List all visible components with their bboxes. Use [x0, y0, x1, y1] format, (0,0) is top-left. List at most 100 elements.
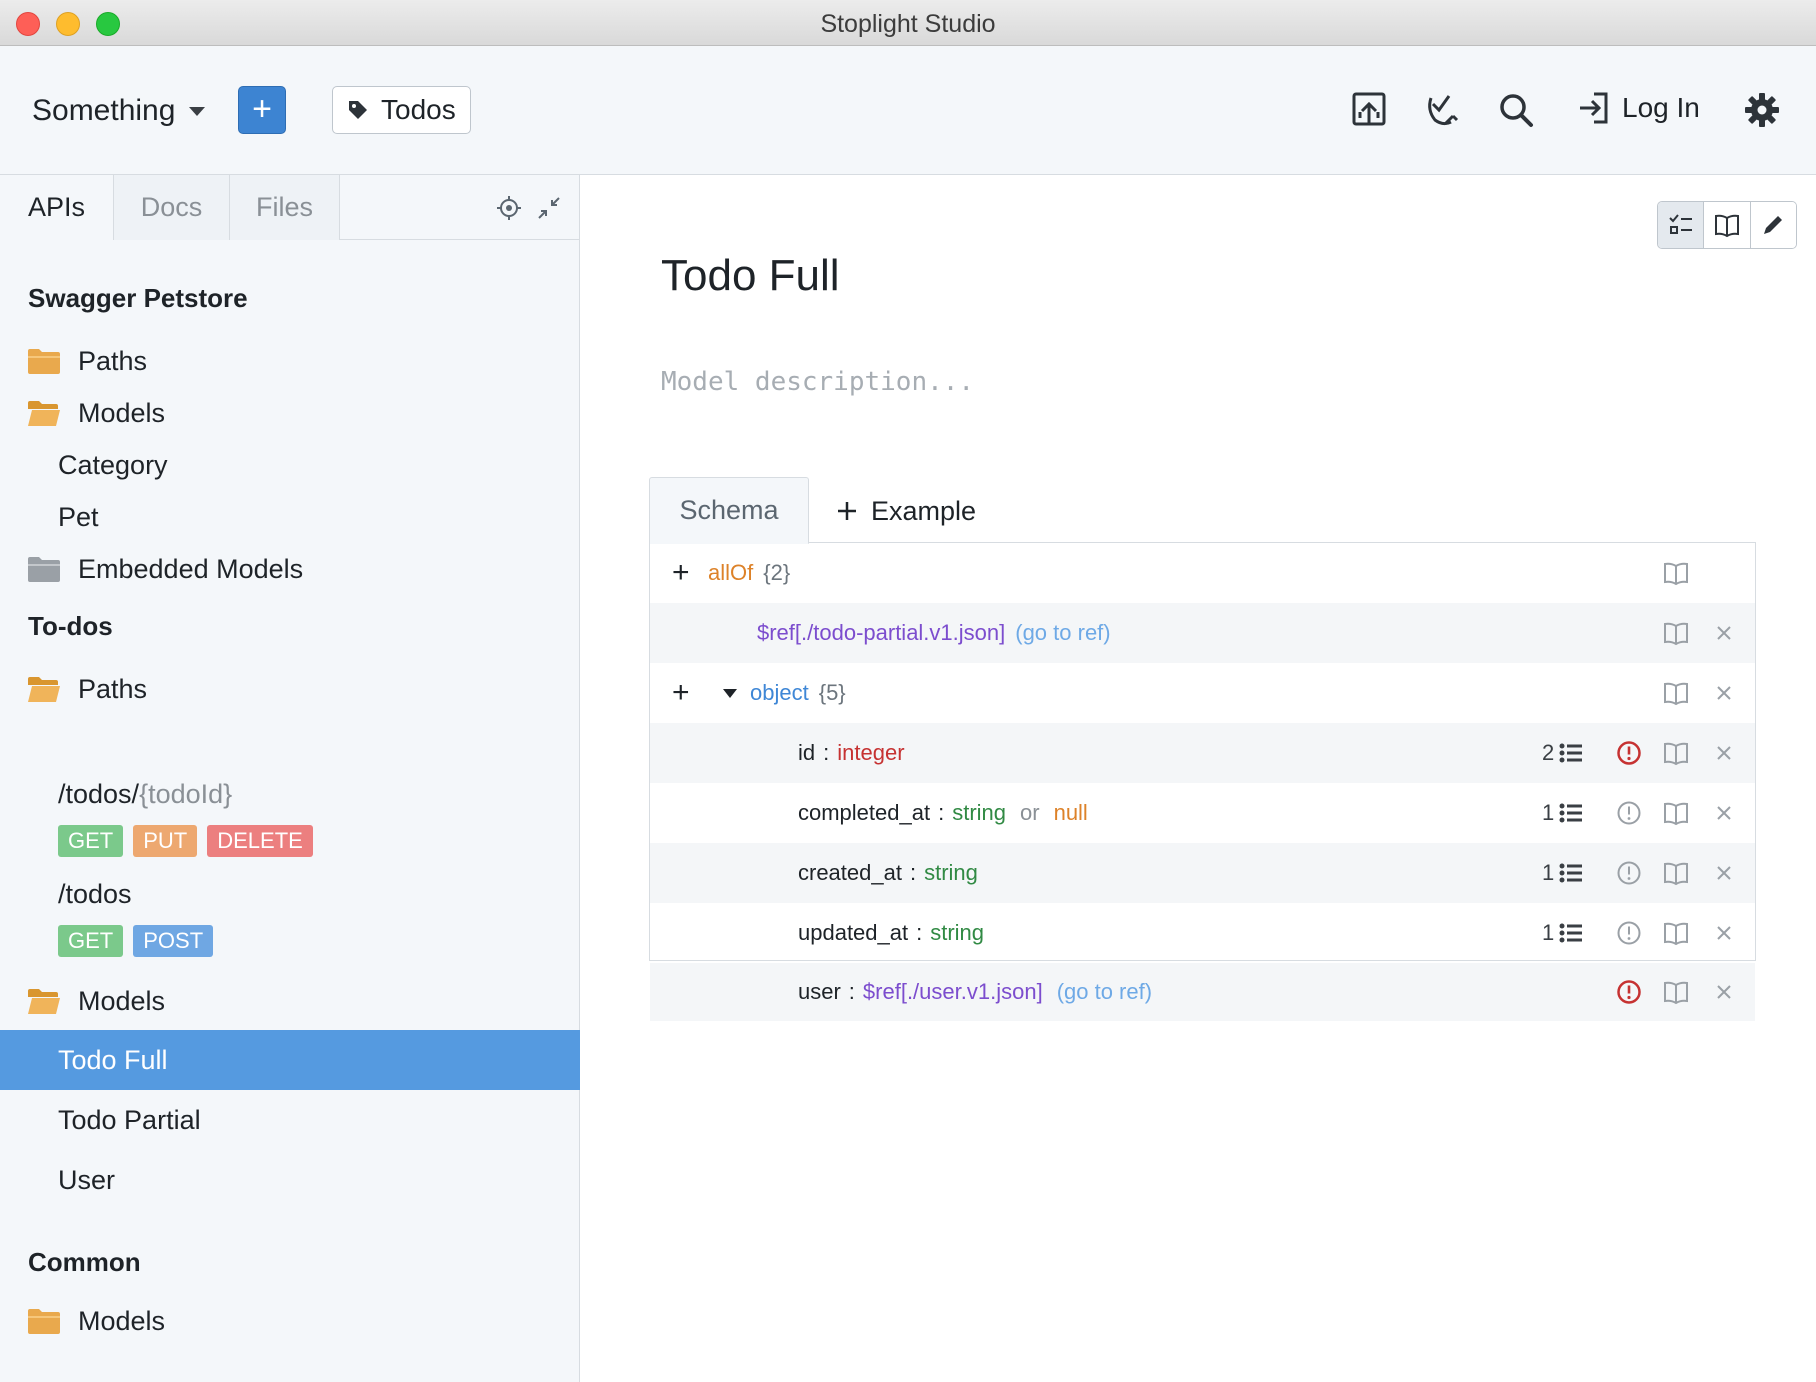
schema-row-property[interactable]: id : integer 2 [650, 723, 1755, 783]
tab-files[interactable]: Files [230, 175, 340, 240]
close-icon[interactable] [1711, 979, 1737, 1005]
sidebar-item-petstore-models[interactable]: Models [0, 383, 580, 443]
method-badge-get[interactable]: GET [58, 925, 124, 957]
book-icon[interactable] [1663, 979, 1689, 1005]
window-titlebar: Stoplight Studio [0, 0, 1816, 46]
info-icon[interactable] [1616, 860, 1642, 886]
go-to-ref-link[interactable]: (go to ref) [1057, 979, 1152, 1005]
publish-icon[interactable] [1350, 90, 1390, 130]
sidebar-item-category[interactable]: Category [0, 435, 580, 495]
book-icon[interactable] [1663, 560, 1689, 586]
schema-row-allof[interactable]: + allOf {2} [650, 543, 1755, 603]
book-icon[interactable] [1663, 680, 1689, 706]
schema-row-ref[interactable]: $ref[./todo-partial.v1.json] (go to ref) [650, 603, 1755, 663]
sidebar-item-common-models[interactable]: Models [0, 1291, 580, 1351]
validations-count[interactable]: 2 [1542, 740, 1584, 766]
caret-down-icon [189, 106, 206, 116]
view-mode-docs[interactable] [1703, 202, 1750, 248]
book-icon [1714, 214, 1739, 238]
validations-count[interactable]: 1 [1542, 800, 1584, 826]
tag-filter-button[interactable]: Todos [332, 86, 471, 134]
book-icon[interactable] [1663, 920, 1689, 946]
schema-row-property[interactable]: user : $ref[./user.v1.json] (go to ref) [650, 963, 1755, 1021]
method-badge-post[interactable]: POST [133, 925, 214, 957]
sidebar-item-todos-paths[interactable]: Paths [0, 659, 580, 719]
book-icon[interactable] [1663, 740, 1689, 766]
tab-docs[interactable]: Docs [113, 175, 230, 240]
sidebar-item-user[interactable]: User [0, 1150, 580, 1210]
schema-row-property[interactable]: completed_at : string or null 1 [650, 783, 1755, 843]
folder-closed-icon [28, 1309, 60, 1334]
collapse-toggle-icon[interactable] [723, 688, 737, 698]
schema-row-property[interactable]: updated_at : string 1 [650, 903, 1755, 963]
validations-count[interactable]: 1 [1542, 920, 1584, 946]
gear-icon[interactable] [1742, 90, 1782, 130]
close-icon[interactable] [1711, 680, 1737, 706]
validations-number: 1 [1542, 920, 1555, 945]
main-panel: Todo Full Model description... Schema Ex… [581, 175, 1816, 1382]
go-to-ref-link[interactable]: (go to ref) [1015, 620, 1110, 646]
add-property-icon[interactable]: + [672, 556, 690, 590]
property-colon: : [823, 740, 830, 765]
login-button[interactable]: Log In [1576, 90, 1700, 126]
list-icon [1559, 803, 1583, 823]
model-description-field[interactable]: Model description... [661, 367, 974, 397]
sidebar-item-label: Paths [78, 673, 148, 704]
add-property-icon[interactable]: + [672, 676, 690, 710]
info-icon[interactable] [1616, 920, 1642, 946]
sidebar-path-todos[interactable]: /todos [58, 879, 132, 910]
path-base: /todos/ [58, 779, 140, 809]
tab-add-example[interactable]: Example [837, 477, 976, 544]
sidebar-item-todos-models[interactable]: Models [0, 971, 580, 1031]
book-icon[interactable] [1663, 620, 1689, 646]
section-title-swagger-petstore: Swagger Petstore [28, 283, 248, 313]
schema-editor: + allOf {2} $ref[./todo-partial.v1.json]… [649, 543, 1756, 1021]
sidebar-item-embedded-models[interactable]: Embedded Models [0, 539, 580, 599]
method-badges: GET PUT DELETE [58, 825, 313, 857]
sidebar-item-label: Models [78, 397, 166, 428]
folder-gray-icon [28, 557, 60, 582]
sidebar-item-pet[interactable]: Pet [0, 487, 580, 547]
close-icon[interactable] [1711, 620, 1737, 646]
book-icon[interactable] [1663, 800, 1689, 826]
method-badge-put[interactable]: PUT [133, 825, 198, 857]
path-param: {todoId} [139, 779, 233, 809]
tab-schema[interactable]: Schema [649, 477, 809, 544]
view-mode-form[interactable] [1658, 202, 1704, 248]
sidebar-item-todo-partial[interactable]: Todo Partial [0, 1090, 580, 1150]
page-title: Todo Full [661, 251, 840, 300]
close-icon[interactable] [1711, 800, 1737, 826]
close-icon[interactable] [1711, 740, 1737, 766]
sidebar: APIs Docs Files Swagger Petstore Paths M… [0, 175, 580, 1382]
sidebar-item-petstore-paths[interactable]: Paths [0, 331, 580, 391]
validate-icon[interactable] [1423, 90, 1463, 130]
validations-count[interactable]: 1 [1542, 860, 1584, 886]
sidebar-path-todo-id[interactable]: /todos/{todoId} [58, 779, 232, 810]
book-icon[interactable] [1663, 860, 1689, 886]
schema-row-object[interactable]: + object {5} [650, 663, 1755, 723]
schema-row-property[interactable]: created_at : string 1 [650, 843, 1755, 903]
section-title-todos: To-dos [28, 611, 113, 641]
property-name: user [798, 979, 841, 1004]
window-title: Stoplight Studio [820, 10, 996, 38]
folder-open-icon [28, 989, 60, 1014]
collapse-icon[interactable] [536, 195, 562, 221]
error-icon[interactable] [1616, 979, 1642, 1005]
sidebar-item-todo-full[interactable]: Todo Full [0, 1030, 580, 1090]
error-icon[interactable] [1616, 740, 1642, 766]
login-label: Log In [1622, 92, 1700, 123]
tab-apis[interactable]: APIs [0, 175, 113, 241]
view-mode-code[interactable] [1749, 202, 1796, 248]
method-badge-get[interactable]: GET [58, 825, 124, 857]
search-icon[interactable] [1496, 90, 1536, 130]
tag-filter-label: Todos [381, 94, 456, 125]
close-icon[interactable] [1711, 860, 1737, 886]
method-badge-delete[interactable]: DELETE [207, 825, 313, 857]
project-dropdown[interactable]: Something [32, 94, 206, 128]
info-icon[interactable] [1616, 800, 1642, 826]
validations-number: 1 [1542, 800, 1555, 825]
locate-icon[interactable] [496, 195, 522, 221]
add-button[interactable]: + [238, 86, 286, 134]
close-icon[interactable] [1711, 920, 1737, 946]
property-colon: : [916, 920, 923, 945]
